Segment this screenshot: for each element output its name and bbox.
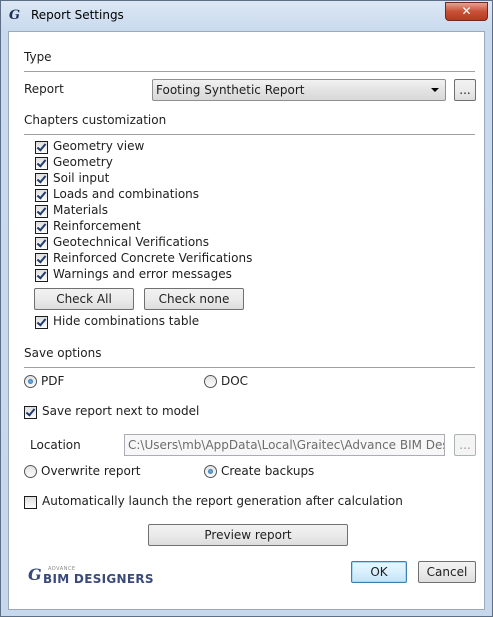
save-options-divider — [24, 367, 475, 368]
checkbox[interactable] — [35, 173, 48, 186]
location-field[interactable]: C:\Users\mb\AppData\Local\Graitec\Advanc… — [124, 434, 445, 456]
report-settings-window: G Report Settings ✕ Type Report Footing … — [0, 0, 493, 617]
report-browse-button[interactable]: ... — [454, 79, 476, 101]
radio-button[interactable] — [204, 465, 217, 478]
location-browse-button[interactable]: ... — [454, 434, 476, 456]
checkmark-icon — [25, 406, 36, 417]
checkbox[interactable] — [24, 496, 37, 509]
chapters-heading: Chapters customization — [24, 113, 167, 127]
type-divider — [24, 71, 475, 72]
overwrite-report-label: Overwrite report — [41, 464, 141, 478]
title-bar[interactable]: G Report Settings ✕ — [1, 1, 492, 31]
checkbox[interactable] — [35, 253, 48, 266]
save-options-heading: Save options — [24, 346, 102, 360]
format-pdf-radio[interactable]: PDF — [24, 374, 104, 390]
checkbox[interactable] — [35, 141, 48, 154]
chapter-label: Warnings and error messages — [53, 267, 232, 281]
checkmark-icon — [36, 237, 47, 248]
create-backups-label: Create backups — [221, 464, 315, 478]
report-label: Report — [24, 82, 64, 96]
radio-button[interactable] — [24, 465, 37, 478]
radio-selected-dot — [208, 469, 213, 474]
advance-bim-designers-logo: G ADVANCE BIM DESIGNERS — [28, 563, 154, 587]
close-button[interactable]: ✕ — [445, 2, 488, 21]
checkbox[interactable] — [35, 269, 48, 282]
check-all-button[interactable]: Check All — [34, 288, 134, 310]
checkbox[interactable] — [35, 237, 48, 250]
chapter-label: Geotechnical Verifications — [53, 235, 210, 249]
save-next-label: Save report next to model — [42, 404, 200, 418]
chapters-divider — [24, 134, 475, 135]
chapter-label: Geometry — [53, 155, 113, 169]
checkmark-icon — [36, 269, 47, 280]
chapter-label: Reinforced Concrete Verifications — [53, 251, 253, 265]
radio-button[interactable] — [24, 375, 37, 388]
chapter-label: Loads and combinations — [53, 187, 200, 201]
dialog-body: Type Report Footing Synthetic Report ...… — [8, 31, 485, 610]
checkmark-icon — [36, 205, 47, 216]
logo-main-text: BIM DESIGNERS — [43, 572, 154, 586]
report-select-value: Footing Synthetic Report — [156, 83, 305, 97]
cancel-button[interactable]: Cancel — [418, 561, 476, 583]
checkbox[interactable] — [35, 316, 48, 329]
checkbox[interactable] — [35, 189, 48, 202]
create-backups-radio[interactable]: Create backups — [204, 464, 344, 480]
format-doc-label: DOC — [221, 374, 249, 388]
chapter-label: Geometry view — [53, 139, 145, 153]
checkmark-icon — [36, 141, 47, 152]
type-heading: Type — [24, 50, 52, 64]
checkmark-icon — [36, 316, 47, 327]
format-pdf-label: PDF — [41, 374, 65, 388]
format-doc-radio[interactable]: DOC — [204, 374, 284, 390]
checkbox[interactable] — [35, 205, 48, 218]
chapter-label: Soil input — [53, 171, 110, 185]
ok-button[interactable]: OK — [351, 561, 407, 583]
logo-mark-icon: G — [28, 565, 42, 584]
hide-combinations-label: Hide combinations table — [53, 314, 200, 328]
window-title: Report Settings — [31, 8, 124, 22]
checkbox[interactable] — [24, 406, 37, 419]
checkbox[interactable] — [35, 221, 48, 234]
checkmark-icon — [36, 189, 47, 200]
chapter-label: Reinforcement — [53, 219, 141, 233]
location-label: Location — [30, 438, 81, 452]
checkmark-icon — [36, 173, 47, 184]
checkmark-icon — [36, 253, 47, 264]
radio-button[interactable] — [204, 375, 217, 388]
graitec-app-icon: G — [9, 8, 21, 23]
checkmark-icon — [36, 221, 47, 232]
checkmark-icon — [36, 157, 47, 168]
preview-report-button[interactable]: Preview report — [148, 524, 348, 546]
check-none-button[interactable]: Check none — [144, 288, 244, 310]
checkbox[interactable] — [35, 157, 48, 170]
report-select[interactable]: Footing Synthetic Report — [152, 79, 446, 101]
chevron-down-icon — [431, 88, 439, 92]
chapter-label: Materials — [53, 203, 109, 217]
auto-launch-label: Automatically launch the report generati… — [42, 494, 403, 508]
radio-selected-dot — [28, 379, 33, 384]
overwrite-report-radio[interactable]: Overwrite report — [24, 464, 164, 480]
